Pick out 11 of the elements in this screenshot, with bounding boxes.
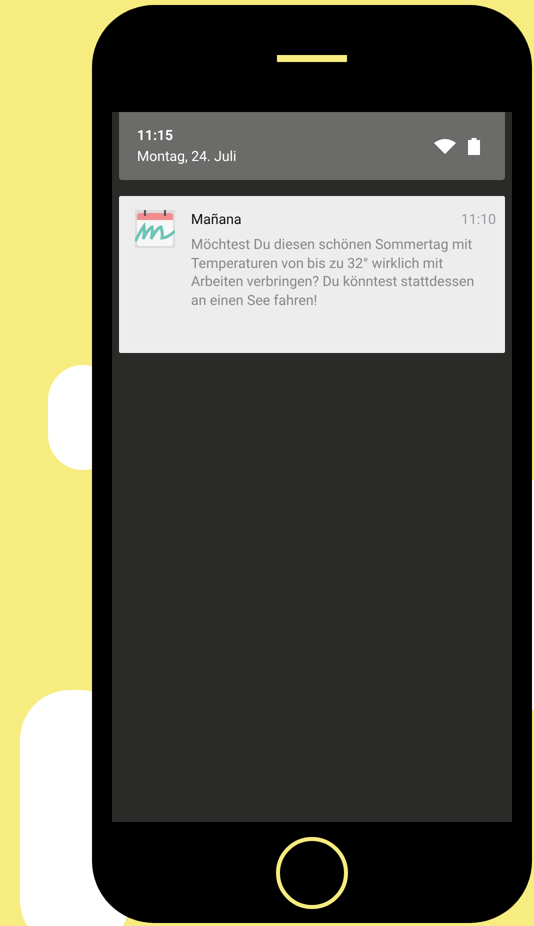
wifi-icon — [434, 138, 456, 154]
home-button[interactable] — [276, 837, 348, 909]
clock-time: 11:15 — [137, 128, 174, 142]
battery-icon — [468, 138, 480, 154]
speaker-icon — [277, 55, 347, 62]
notification-time: 11:10 — [461, 211, 496, 230]
notification-text: Möchtest Du diesen schönen Sommertag mit Temperaturen von bis zu 32° wirklich mit Arbeiten verbringen? Du könntest stattdessen an einen See fahren! — [191, 236, 476, 310]
calendar-app-icon — [135, 210, 175, 248]
app-name: Mañana — [191, 211, 242, 230]
notification-card[interactable]: Mañana 11:10 Möchtest Du diesen schönen Sommertag mit Temperaturen von bis zu 32° wirklich mit Arbeiten verbringen? Du könntest stattdessen an einen See fahren! — [119, 196, 505, 353]
date-text: Montag, 24. Juli — [137, 150, 236, 164]
